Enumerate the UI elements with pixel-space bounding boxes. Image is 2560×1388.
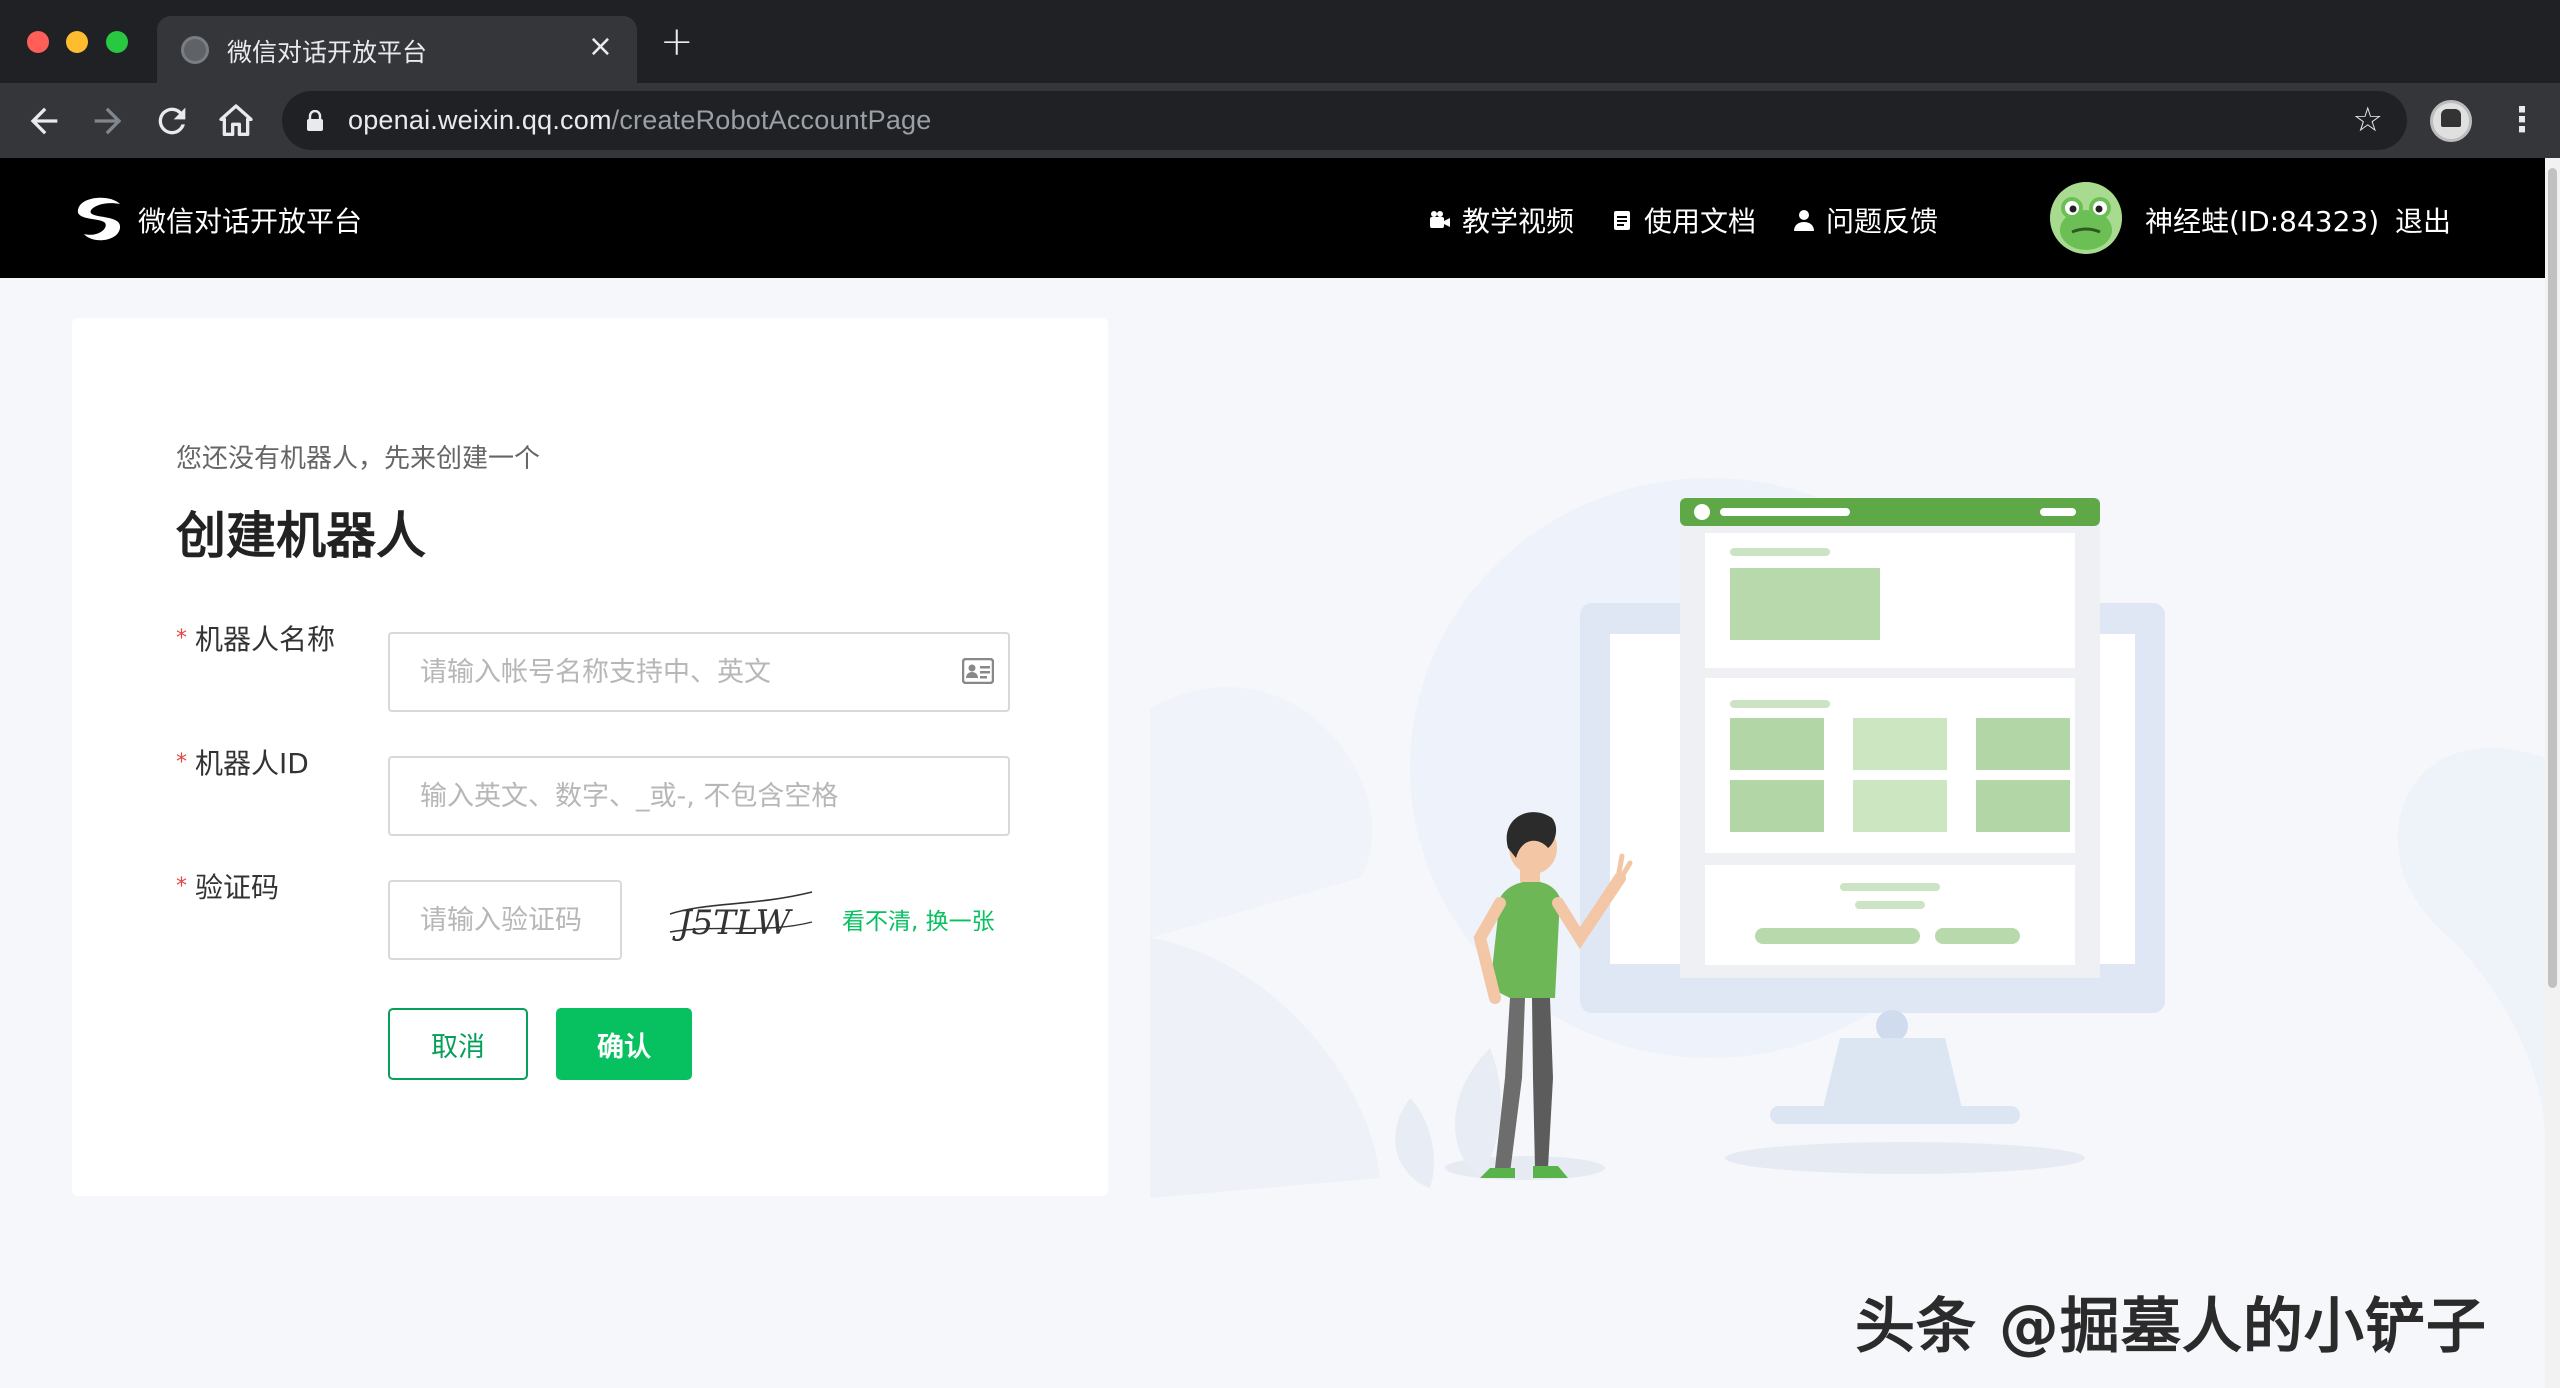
label-text: 机器人ID — [195, 747, 309, 780]
url-text[interactable]: openai.weixin.qq.com/createRobotAccountP… — [348, 105, 931, 136]
robot-name-label: * 机器人名称 — [176, 618, 335, 658]
url-host: openai.weixin.qq.com — [348, 105, 612, 135]
back-button[interactable] — [24, 101, 64, 141]
nav-documentation[interactable]: 使用文档 — [1610, 200, 1756, 240]
url-path: /createRobotAccountPage — [611, 105, 932, 135]
favicon-icon — [181, 36, 209, 64]
label-text: 验证码 — [195, 871, 280, 904]
arrow-left-icon — [30, 107, 58, 135]
tab-title: 微信对话开放平台 — [227, 38, 428, 67]
reload-icon — [158, 107, 186, 135]
username[interactable]: 神经蛙(ID:84323) — [2145, 200, 2379, 240]
captcha-text: J5TLW — [672, 903, 794, 943]
window-maximize-button[interactable] — [106, 31, 128, 53]
nav-feedback[interactable]: 问题反馈 — [1792, 200, 1938, 240]
logout-link[interactable]: 退出 — [2395, 200, 2451, 240]
site-header: 微信对话开放平台 教学视频 使用文档 问题反馈 神经蛙(ID:84323) 退出 — [0, 158, 2545, 278]
nav-label: 使用文档 — [1644, 205, 1757, 238]
page-scrollbar[interactable] — [2545, 158, 2560, 1388]
robot-id-input[interactable] — [388, 756, 1010, 836]
forward-button[interactable] — [88, 101, 128, 141]
required-mark: * — [176, 626, 187, 651]
profile-avatar[interactable] — [2430, 100, 2472, 142]
document-icon — [1614, 211, 1630, 230]
browser-tab[interactable]: 微信对话开放平台 × — [157, 16, 637, 83]
home-button[interactable] — [216, 101, 256, 141]
browser-menu-icon[interactable]: ⋮ — [2505, 101, 2539, 139]
home-icon — [219, 104, 253, 136]
nav-label: 教学视频 — [1462, 205, 1575, 238]
nav-tutorial-videos[interactable]: 教学视频 — [1428, 200, 1574, 240]
required-mark: * — [176, 874, 187, 899]
frog-avatar-icon — [2050, 182, 2122, 254]
window-close-button[interactable] — [27, 31, 49, 53]
required-mark: * — [176, 750, 187, 775]
logo-text[interactable]: 微信对话开放平台 — [138, 200, 362, 240]
browser-tab-bar: 微信对话开放平台 × + — [0, 0, 2560, 83]
create-robot-card: 您还没有机器人，先来创建一个 创建机器人 *机器人名称 *机器人ID *验证码 … — [72, 318, 1108, 1196]
page-title: 创建机器人 — [176, 507, 426, 565]
video-camera-icon — [1430, 211, 1450, 228]
label-text: 机器人名称 — [195, 623, 336, 656]
tab-close-button[interactable]: × — [588, 30, 613, 64]
window-minimize-button[interactable] — [66, 31, 88, 53]
robot-id-label: * 机器人ID — [176, 742, 309, 782]
captcha-label: * 验证码 — [176, 866, 279, 906]
bookmark-star-icon[interactable]: ☆ — [2353, 102, 2383, 138]
arrow-right-icon — [94, 107, 122, 135]
computer-illustration — [1150, 478, 2545, 1198]
confirm-button[interactable]: 确认 — [556, 1008, 692, 1080]
scrollbar-thumb[interactable] — [2548, 168, 2557, 988]
browser-toolbar: openai.weixin.qq.com/createRobotAccountP… — [0, 83, 2560, 158]
watermark: 头条 @掘墓人的小铲子 — [1855, 1292, 2487, 1362]
captcha-image[interactable]: J5TLW — [666, 884, 816, 946]
new-tab-button[interactable]: + — [660, 22, 694, 62]
lock-icon — [307, 110, 323, 131]
form-subtitle: 您还没有机器人，先来创建一个 — [176, 444, 541, 474]
captcha-refresh-link[interactable]: 看不清, 换一张 — [842, 902, 995, 936]
nav-label: 问题反馈 — [1826, 205, 1939, 238]
captcha-input[interactable] — [388, 880, 622, 960]
robot-name-input[interactable] — [388, 632, 1010, 712]
reload-button[interactable] — [152, 101, 192, 141]
user-icon — [1794, 210, 1814, 231]
cancel-button[interactable]: 取消 — [388, 1008, 528, 1080]
logo-icon[interactable] — [70, 194, 126, 244]
user-avatar[interactable] — [2050, 182, 2122, 254]
address-bar[interactable]: openai.weixin.qq.com/createRobotAccountP… — [282, 91, 2407, 150]
contact-card-icon[interactable] — [962, 658, 994, 684]
main-content: 您还没有机器人，先来创建一个 创建机器人 *机器人名称 *机器人ID *验证码 … — [0, 278, 2545, 1388]
